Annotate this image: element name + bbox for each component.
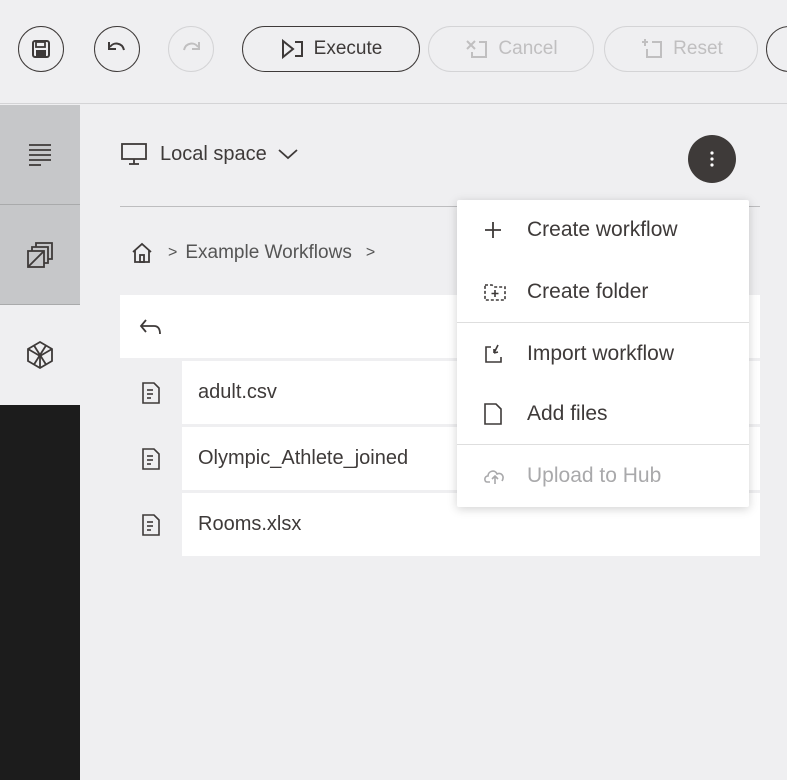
chevron-down-icon [278,149,298,160]
menu-divider [457,444,749,445]
breadcrumb: > Example Workflows > [130,241,383,265]
node-repository-icon [27,241,53,268]
menu-item-create-workflow[interactable]: Create workflow [457,200,749,260]
rail-item-space-explorer[interactable] [0,305,80,405]
file-name: adult.csv [198,381,277,403]
import-icon [483,343,519,365]
breadcrumb-separator-2: > [365,244,376,261]
menu-item-create-folder[interactable]: Create folder [457,262,749,322]
computer-icon [121,143,147,165]
back-arrow-icon [139,318,161,334]
file-icon-cell [120,493,182,556]
menu-item-add-files[interactable]: Add files [457,384,749,444]
more-actions-menu: Create workflow Create folder Import wor… [457,200,749,507]
redo-button[interactable] [168,26,214,72]
execute-icon [281,38,303,60]
cloud-upload-icon [483,466,519,486]
execute-label: Execute [313,38,383,59]
cube-icon [27,340,53,370]
space-selector[interactable]: Local space [120,141,299,167]
menu-item-import-workflow[interactable]: Import workflow [457,324,749,384]
menu-item-label: Import workflow [527,342,675,365]
save-button[interactable] [18,26,64,72]
toolbar: Execute Cancel Reset [0,0,787,104]
space-label: Local space [160,142,267,165]
undo-button[interactable] [94,26,140,72]
breadcrumb-item-example-workflows[interactable]: Example Workflows [185,242,351,264]
file-add-icon [483,402,519,426]
redo-icon [183,42,200,51]
reset-button[interactable]: Reset [604,26,758,72]
file-icon-cell [120,427,182,490]
reset-icon [642,39,663,58]
plus-icon [483,220,519,240]
back-arrow-cell [120,295,182,358]
reset-label: Reset [673,38,723,59]
home-icon[interactable] [130,241,154,265]
menu-item-label: Create folder [527,280,649,303]
menu-item-upload-to-hub[interactable]: Upload to Hub [457,446,749,506]
more-vertical-icon [710,151,714,167]
execute-button[interactable]: Execute [242,26,420,72]
folder-plus-icon [483,282,519,302]
menu-item-label: Add files [527,402,608,425]
description-icon [29,143,51,166]
breadcrumb-separator: > [168,244,178,261]
cancel-icon [466,40,488,58]
save-icon [32,40,50,58]
rail-item-nodes[interactable] [0,205,80,305]
file-icon [142,513,160,536]
more-actions-button[interactable] [688,135,736,183]
file-name: Rooms.xlsx [198,513,302,535]
menu-item-label: Upload to Hub [527,464,662,487]
cancel-label: Cancel [498,38,558,59]
rail-item-description[interactable] [0,105,80,205]
menu-divider [457,322,749,323]
file-icon-cell [120,361,182,424]
side-rail [0,105,80,780]
file-icon [142,381,160,404]
more-toolbar-button[interactable] [766,26,787,72]
file-name: Olympic_Athlete_joined [198,447,409,469]
menu-item-label: Create workflow [527,218,678,241]
cancel-button[interactable]: Cancel [428,26,594,72]
undo-icon [108,42,125,51]
file-icon [142,447,160,470]
